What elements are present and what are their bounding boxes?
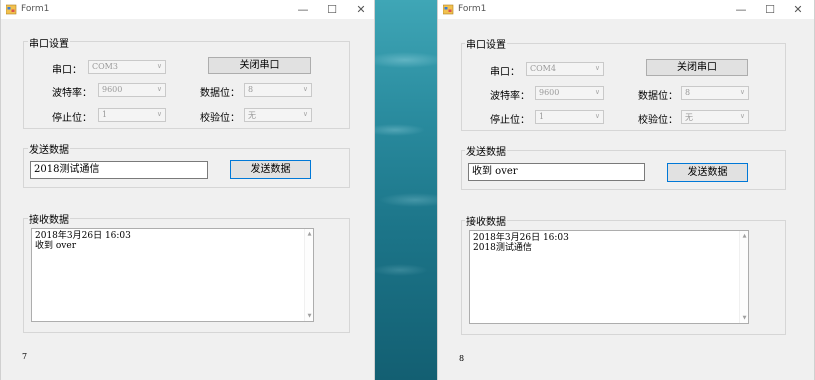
chevron-down-icon: ∨ [739,112,745,120]
chevron-down-icon: ∨ [156,62,162,70]
minimize-button[interactable]: — [726,1,756,18]
stop-bits-value: 1 [539,112,545,121]
received-line: 收到 over [35,241,76,251]
stop-bits-label: 停止位： [490,115,530,126]
chevron-down-icon: ∨ [302,110,308,118]
receive-textarea[interactable]: 2018年3月26日 16:03 2018测试通信 ▲ ▼ [469,230,749,324]
parity-label: 校验位： [200,113,240,124]
serial-settings-title: 串口设置 [28,35,70,50]
stop-bits-combobox[interactable]: 1 ∨ [98,108,166,122]
baud-combobox[interactable]: 9600 ∨ [535,86,604,100]
port-combobox[interactable]: COM4 ∨ [526,62,604,76]
receive-textarea[interactable]: 2018年3月26日 16:03 收到 over ▲ ▼ [31,228,314,322]
close-button[interactable]: ✕ [783,1,813,18]
title-bar[interactable]: Form1 — ☐ ✕ [438,0,814,19]
chevron-down-icon: ∨ [156,85,162,93]
parity-label: 校验位： [638,115,678,126]
scroll-up-icon[interactable]: ▲ [305,231,314,237]
port-value: COM3 [92,62,118,71]
maximize-button[interactable]: ☐ [755,1,785,18]
data-bits-label: 数据位： [638,91,678,102]
receive-scrollbar[interactable]: ▲ ▼ [304,229,313,321]
receive-data-title: 接收数据 [465,213,507,228]
baud-label: 波特率： [490,91,530,102]
data-bits-combobox[interactable]: 8 ∨ [681,86,749,100]
desktop-wallpaper [375,0,437,380]
data-bits-combobox[interactable]: 8 ∨ [244,83,312,97]
send-data-title: 发送数据 [28,141,70,156]
parity-value: 无 [685,113,693,122]
toggle-port-button[interactable]: 关闭串口 [208,57,311,74]
send-data-button[interactable]: 发送数据 [230,160,311,179]
data-bits-value: 8 [685,88,691,97]
toggle-port-button[interactable]: 关闭串口 [646,59,748,76]
form-window-right: Form1 — ☐ ✕ 串口设置 串口： COM4 ∨ 波特率： 9600 ∨ … [437,0,815,380]
parity-combobox[interactable]: 无 ∨ [244,108,312,122]
receive-data-title: 接收数据 [28,211,70,226]
baud-combobox[interactable]: 9600 ∨ [98,83,166,97]
send-input[interactable]: 收到 over [468,163,645,181]
parity-combobox[interactable]: 无 ∨ [681,110,749,124]
port-combobox[interactable]: COM3 ∨ [88,60,166,74]
title-bar[interactable]: Form1 — ☐ ✕ [1,0,374,19]
data-bits-label: 数据位： [200,88,240,99]
serial-settings-title: 串口设置 [465,36,507,51]
received-line: 2018年3月26日 16:03 [35,231,131,241]
stop-bits-value: 1 [102,110,108,119]
scroll-up-icon[interactable]: ▲ [740,233,749,239]
baud-label: 波特率： [52,88,92,99]
scroll-down-icon[interactable]: ▼ [305,313,314,319]
counter-label: 8 [459,354,465,363]
window-title: Form1 [21,4,50,14]
baud-value: 9600 [539,88,560,97]
send-data-button[interactable]: 发送数据 [667,163,748,182]
port-label: 串口： [490,67,520,78]
window-title: Form1 [458,4,487,14]
received-line: 2018测试通信 [473,243,532,253]
stop-bits-combobox[interactable]: 1 ∨ [535,110,604,124]
received-line: 2018年3月26日 16:03 [473,233,569,243]
stop-bits-label: 停止位： [52,113,92,124]
receive-scrollbar[interactable]: ▲ ▼ [739,231,748,323]
send-data-title: 发送数据 [465,143,507,158]
port-label: 串口： [52,65,82,76]
chevron-down-icon: ∨ [739,88,745,96]
data-bits-value: 8 [248,85,254,94]
chevron-down-icon: ∨ [302,85,308,93]
counter-label: 7 [22,352,28,361]
close-button[interactable]: ✕ [346,1,376,18]
form-app-icon [443,4,454,15]
form-window-left: Form1 — ☐ ✕ 串口设置 串口： COM3 ∨ 波特率： 9600 ∨ … [0,0,375,380]
chevron-down-icon: ∨ [156,110,162,118]
scroll-down-icon[interactable]: ▼ [740,315,749,321]
chevron-down-icon: ∨ [594,88,600,96]
port-value: COM4 [530,64,556,73]
send-input[interactable]: 2018测试通信 [30,161,208,179]
chevron-down-icon: ∨ [594,64,600,72]
chevron-down-icon: ∨ [594,112,600,120]
parity-value: 无 [248,111,256,120]
baud-value: 9600 [102,85,123,94]
form-app-icon [6,4,17,15]
minimize-button[interactable]: — [288,1,318,18]
maximize-button[interactable]: ☐ [317,1,347,18]
